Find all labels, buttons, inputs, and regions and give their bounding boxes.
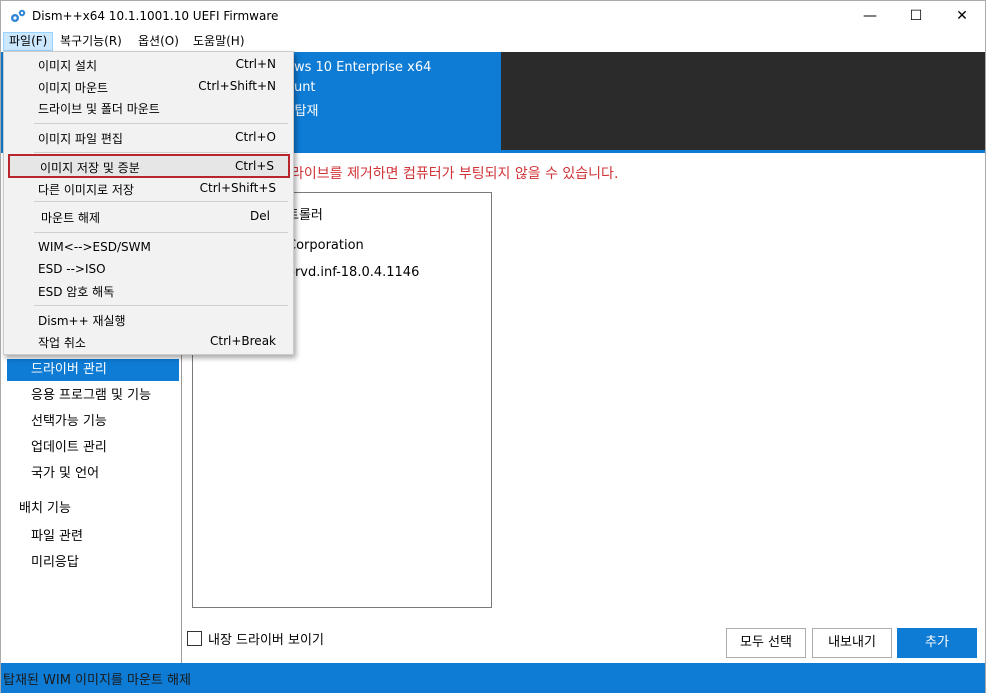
header-dark-panel (501, 52, 985, 150)
title-bar: Dism++x64 10.1.1001.10 UEFI Firmware — ☐… (1, 1, 985, 31)
close-button[interactable]: ✕ (939, 1, 985, 31)
menu-separator (34, 201, 288, 202)
menu-item-mount-drive-folder[interactable]: 드라이브 및 폴더 마운트 (8, 97, 290, 118)
header-os-name: ows 10 Enterprise x64 (286, 60, 432, 75)
menu-item-shortcut: Ctrl+Shift+N (198, 79, 276, 93)
sidebar-item-apps[interactable]: 응용 프로그램 및 기능 (7, 385, 179, 407)
app-window: Dism++x64 10.1.1001.10 UEFI Firmware — ☐… (0, 0, 986, 693)
sidebar-item-drivers[interactable]: 드라이버 관리 (7, 359, 179, 381)
menu-item-esd-iso[interactable]: ESD -->ISO (8, 259, 290, 280)
menu-item-shortcut: Ctrl+Shift+S (199, 181, 276, 195)
file-menu-dropdown: 이미지 설치 Ctrl+N 이미지 마운트 Ctrl+Shift+N 드라이브 … (3, 51, 294, 355)
select-all-button[interactable]: 모두 선택 (726, 628, 806, 658)
sidebar-item-updates[interactable]: 업데이트 관리 (7, 437, 179, 459)
menu-recovery[interactable]: 복구기능(R) (55, 32, 127, 51)
menu-item-save-image[interactable]: 이미지 저장 및 증분 Ctrl+S (8, 154, 290, 178)
menu-item-label: WIM<-->ESD/SWM (38, 240, 151, 254)
status-bar: 탑재된 WIM 이미지를 마운트 해제 (1, 663, 985, 693)
gears-icon (11, 9, 26, 22)
menu-separator (34, 305, 288, 306)
menu-item-label: ESD -->ISO (38, 262, 106, 276)
menu-item-shortcut: Ctrl+S (234, 159, 274, 173)
menu-item-label: 작업 취소 (38, 336, 86, 350)
menu-bar: 파일(F) 복구기능(R) 옵션(O) 도움말(H) (1, 31, 985, 51)
menu-item-label: 이미지 설치 (38, 59, 98, 73)
menu-item-shortcut: Ctrl+Break (210, 334, 276, 348)
sidebar-group-deploy: 배치 기능 (19, 501, 71, 516)
status-text: 탑재된 WIM 이미지를 마운트 해제 (3, 673, 191, 688)
menu-item-shortcut: Del (250, 209, 270, 223)
menu-item-esd-decrypt[interactable]: ESD 암호 해독 (8, 280, 290, 301)
menu-item-label: ESD 암호 해독 (38, 285, 115, 299)
sidebar-item-language[interactable]: 국가 및 언어 (7, 463, 179, 485)
menu-item-cancel-task[interactable]: 작업 취소 Ctrl+Break (8, 331, 290, 352)
menu-item-shortcut: Ctrl+N (235, 57, 276, 71)
menu-help[interactable]: 도움말(H) (188, 32, 250, 51)
menu-item-label: 드라이브 및 폴더 마운트 (38, 102, 160, 116)
menu-item-edit-image[interactable]: 이미지 파일 편집 Ctrl+O (8, 127, 290, 148)
window-title: Dism++x64 10.1.1001.10 UEFI Firmware (32, 9, 279, 23)
menu-item-mount-image[interactable]: 이미지 마운트 Ctrl+Shift+N (8, 76, 290, 97)
export-button[interactable]: 내보내기 (812, 628, 892, 658)
builtin-drivers-checkbox[interactable] (187, 630, 202, 646)
add-button[interactable]: 추가 (897, 628, 977, 658)
driver-item-vendor: Corporation (287, 238, 364, 253)
menu-item-shortcut: Ctrl+O (235, 130, 276, 144)
menu-item-label: 이미지 저장 및 증분 (40, 161, 140, 175)
driver-item-inf: orvd.inf-18.0.4.1146 (287, 265, 420, 280)
builtin-drivers-label: 내장 드라이버 보이기 (208, 632, 324, 648)
menu-item-label: 이미지 마운트 (38, 81, 109, 95)
menu-item-install-image[interactable]: 이미지 설치 Ctrl+N (8, 54, 290, 75)
menu-item-restart-dism[interactable]: Dism++ 재실행 (8, 309, 290, 330)
menu-item-label: 이미지 파일 편집 (38, 132, 123, 146)
warning-text: 라이브를 제거하면 컴퓨터가 부팅되지 않을 수 있습니다. (291, 166, 619, 182)
maximize-button[interactable]: ☐ (893, 1, 939, 31)
menu-separator (34, 123, 288, 124)
builtin-drivers-toggle[interactable]: 내장 드라이버 보이기 (187, 629, 324, 648)
sidebar-item-files[interactable]: 파일 관련 (7, 526, 179, 548)
menu-item-label: Dism++ 재실행 (38, 314, 126, 328)
menu-separator (34, 232, 288, 233)
sidebar-item-answer-file[interactable]: 미리응답 (7, 552, 179, 574)
menu-item-label: 마운트 해제 (41, 211, 101, 225)
menu-item-save-as-image[interactable]: 다른 이미지로 저장 Ctrl+Shift+S (8, 178, 290, 199)
sidebar-item-optional-features[interactable]: 선택가능 기능 (7, 411, 179, 433)
menu-options[interactable]: 옵션(O) (133, 32, 184, 51)
menu-item-unmount[interactable]: 마운트 해제 Del (8, 206, 290, 227)
menu-file[interactable]: 파일(F) (3, 32, 54, 51)
menu-item-wim-esd-swm[interactable]: WIM<-->ESD/SWM (8, 237, 290, 258)
minimize-button[interactable]: — (847, 1, 893, 31)
menu-separator (34, 152, 288, 153)
menu-item-label: 다른 이미지로 저장 (38, 183, 134, 197)
